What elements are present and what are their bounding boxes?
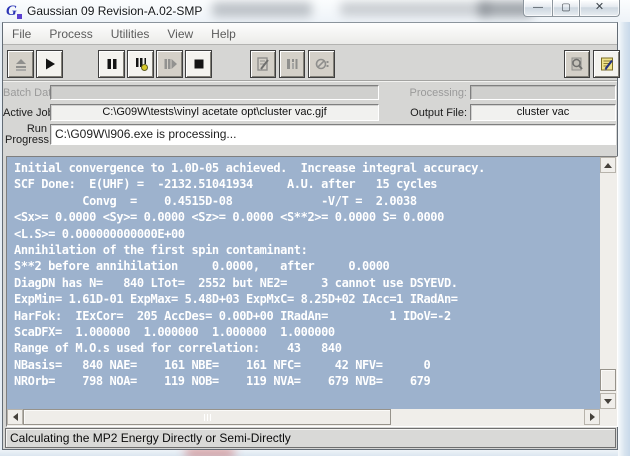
background-blur-blob bbox=[340, 2, 490, 16]
pause-icon bbox=[107, 59, 116, 69]
play-icon bbox=[45, 58, 55, 70]
minimize-button[interactable]: — bbox=[523, 0, 552, 17]
window-title: Gaussian 09 Revision-A.02-SMP bbox=[27, 4, 203, 18]
menu-item-help[interactable]: Help bbox=[202, 24, 245, 44]
resume-icon bbox=[164, 59, 177, 69]
pause-next-link-button[interactable] bbox=[127, 50, 154, 78]
magnifier-document-icon bbox=[571, 57, 583, 71]
processing-field[interactable] bbox=[470, 85, 616, 100]
pause-button[interactable] bbox=[98, 50, 125, 78]
scroll-down-button[interactable] bbox=[600, 393, 616, 409]
output-text-area[interactable]: Initial convergence to 1.0D-05 achieved.… bbox=[6, 156, 618, 427]
scroll-left-button[interactable] bbox=[7, 409, 23, 425]
run-progress-field[interactable]: C:\G09W\l906.exe is processing... bbox=[50, 124, 616, 145]
run-button[interactable] bbox=[36, 50, 63, 78]
batch-list-icon bbox=[287, 59, 298, 69]
gaussian-logo-icon: G bbox=[6, 3, 22, 19]
load-input-button[interactable] bbox=[7, 50, 34, 78]
menu-bar: File Process Utilities View Help bbox=[3, 23, 617, 45]
notepad-pencil-icon bbox=[600, 57, 613, 71]
scroll-right-button[interactable] bbox=[584, 409, 600, 425]
gaussian-app-window: G Gaussian 09 Revision-A.02-SMP — ▢ ✕ Fi… bbox=[0, 0, 630, 456]
close-icon: ✕ bbox=[594, 1, 605, 13]
vertical-scrollbar[interactable] bbox=[600, 157, 617, 409]
edit-file-button[interactable] bbox=[593, 50, 620, 78]
horizontal-scrollbar[interactable] bbox=[7, 409, 600, 426]
edit-batch-button[interactable] bbox=[250, 50, 276, 78]
processing-label: Processing: bbox=[409, 87, 467, 99]
title-bar: G Gaussian 09 Revision-A.02-SMP — ▢ ✕ bbox=[0, 0, 630, 22]
active-job-label: Active Job: bbox=[3, 107, 57, 119]
status-bar: Calculating the MP2 Energy Directly or S… bbox=[5, 428, 616, 448]
scroll-left-icon bbox=[12, 413, 18, 421]
menu-item-file[interactable]: File bbox=[3, 24, 40, 44]
scroll-up-button[interactable] bbox=[600, 157, 616, 173]
view-output-button[interactable] bbox=[564, 50, 590, 78]
scrollbar-corner bbox=[600, 409, 617, 426]
batch-data-field[interactable] bbox=[50, 85, 379, 100]
minimize-icon: — bbox=[533, 2, 543, 13]
stop-icon bbox=[194, 59, 203, 69]
maximize-icon: ▢ bbox=[561, 2, 571, 13]
active-job-field[interactable]: C:\G09W\tests\vinyl acetate opt\cluster … bbox=[50, 104, 379, 121]
scroll-right-icon bbox=[589, 413, 595, 421]
pause-next-link-icon bbox=[135, 58, 148, 71]
stop-button[interactable] bbox=[185, 50, 212, 78]
menu-item-utilities[interactable]: Utilities bbox=[102, 24, 159, 44]
window-content: File Process Utilities View Help Batch D… bbox=[2, 22, 620, 450]
eject-load-icon bbox=[15, 59, 26, 71]
window-controls: — ▢ ✕ bbox=[523, 0, 620, 17]
maximize-button[interactable]: ▢ bbox=[552, 0, 580, 17]
run-progress-label: Run Progress: bbox=[5, 123, 53, 146]
abort-icon bbox=[315, 58, 328, 70]
output-file-field[interactable]: cluster vac bbox=[470, 104, 616, 121]
edit-document-icon bbox=[257, 57, 269, 71]
scroll-down-icon bbox=[604, 398, 612, 404]
output-file-label: Output File: bbox=[410, 107, 467, 119]
batch-data-label: Batch Data: bbox=[3, 87, 61, 99]
output-log-text[interactable]: Initial convergence to 1.0D-05 achieved.… bbox=[7, 157, 600, 409]
close-button[interactable]: ✕ bbox=[580, 0, 620, 17]
background-blur-blob bbox=[185, 450, 235, 456]
vertical-scroll-thumb[interactable] bbox=[600, 369, 616, 391]
scroll-up-icon bbox=[604, 162, 612, 168]
horizontal-scroll-thumb[interactable] bbox=[23, 409, 391, 425]
abort-job-button[interactable] bbox=[308, 50, 335, 78]
toolbar-divider bbox=[3, 80, 617, 82]
background-blur-blob bbox=[212, 2, 312, 17]
window-border-right bbox=[618, 22, 630, 456]
batch-list-button[interactable] bbox=[279, 50, 305, 78]
window-border-bottom bbox=[0, 450, 618, 456]
menu-item-view[interactable]: View bbox=[158, 24, 202, 44]
resume-button[interactable] bbox=[156, 50, 183, 78]
menu-item-process[interactable]: Process bbox=[40, 24, 101, 44]
